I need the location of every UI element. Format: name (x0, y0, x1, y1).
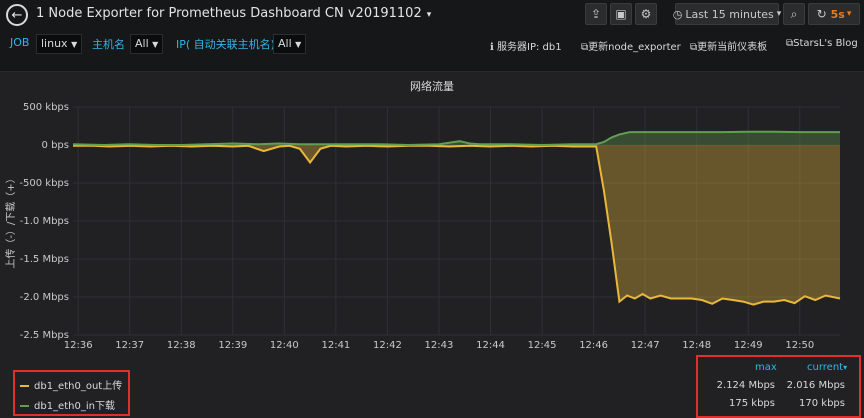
variables-bar: JOB linux ▼ 主机名 All ▼ IP( 自动关联主机名) All ▼… (0, 31, 864, 57)
variable-select-ip[interactable]: All ▼ (273, 34, 307, 54)
chevron-down-icon: ▾ (426, 10, 432, 20)
chevron-down-icon: ▼ (295, 40, 302, 49)
x-tick-label: 12:43 (425, 340, 454, 351)
variable-select-job[interactable]: linux ▼ (36, 34, 83, 54)
y-tick-label: 0 bps (42, 140, 69, 151)
link-update-exporter[interactable]: ⧉更新node_exporter (581, 38, 681, 53)
variable-value-hostname: All (135, 37, 149, 50)
server-ip-value: db1 (542, 42, 562, 53)
y-tick-label: -2.0 Mbps (20, 292, 69, 303)
refresh-interval: 5s (830, 7, 845, 21)
x-tick-label: 12:46 (579, 340, 608, 351)
settings-gear-icon[interactable]: ⚙ (635, 3, 657, 25)
x-tick-label: 12:48 (682, 340, 711, 351)
x-tick-label: 12:42 (373, 340, 402, 351)
refresh-icon: ↻ (816, 7, 827, 21)
network-traffic-panel: 网络流量 500 kbps 0 bps -500 kbps -1.0 Mbps -1.5… (0, 71, 864, 418)
link-blog[interactable]: ⧉StarsL's Blog (786, 38, 858, 49)
x-tick-label: 12:47 (631, 340, 660, 351)
share-icon[interactable]: ⇪ (585, 3, 607, 25)
variable-select-hostname[interactable]: All ▼ (130, 34, 164, 54)
x-tick-label: 12:49 (734, 340, 763, 351)
dashboard-title-dropdown[interactable]: 1 Node Exporter for Prometheus Dashboard… (36, 6, 431, 21)
y-tick-label: -500 kbps (19, 178, 69, 189)
x-tick-label: 12:37 (115, 340, 144, 351)
x-tick-label: 12:45 (528, 340, 557, 351)
dashboard-title: 1 Node Exporter for Prometheus Dashboard… (36, 6, 422, 21)
x-tick-label: 12:41 (321, 340, 350, 351)
server-ip-info: ℹ 服务器IP: db1 (490, 38, 562, 53)
x-tick-label: 12:44 (476, 340, 505, 351)
x-tick-label: 12:36 (64, 340, 93, 351)
save-icon[interactable]: ▣ (610, 3, 632, 25)
x-tick-label: 12:38 (167, 340, 196, 351)
chevron-down-icon: ▼ (152, 40, 159, 49)
x-tick-label: 12:39 (218, 340, 247, 351)
link-update-exporter-label: 更新node_exporter (588, 42, 681, 53)
link-update-dashboard[interactable]: ⧉更新当前仪表板 (690, 38, 767, 53)
variable-value-ip: All (278, 37, 292, 50)
link-update-dashboard-label: 更新当前仪表板 (697, 42, 768, 53)
variable-label-ip: IP( 自动关联主机名) (176, 38, 275, 51)
variable-label-job: JOB (10, 36, 30, 49)
zoom-out-icon[interactable]: ⌕ (783, 3, 805, 25)
x-tick-label: 12:40 (270, 340, 299, 351)
chevron-down-icon: ▼ (71, 40, 78, 49)
series-area-0 (73, 145, 840, 305)
top-navbar: ← 1 Node Exporter for Prometheus Dashboa… (0, 0, 864, 29)
refresh-picker[interactable]: ↻ 5s ▾ (808, 3, 860, 25)
info-icon: ℹ (490, 42, 494, 53)
variable-value-job: linux (41, 37, 68, 50)
y-tick-label: -2.5 Mbps (20, 330, 69, 341)
y-tick-label: -1.0 Mbps (20, 216, 69, 227)
time-range-picker[interactable]: ◷ Last 15 minutes ▾ (672, 3, 782, 25)
variable-label-hostname: 主机名 (92, 38, 125, 51)
back-arrow-icon[interactable]: ← (6, 4, 28, 26)
chevron-down-icon: ▾ (776, 9, 782, 19)
link-blog-label: StarsL's Blog (793, 38, 858, 49)
x-tick-label: 12:50 (785, 340, 814, 351)
clock-icon: ◷ (672, 7, 683, 21)
time-range-label: Last 15 minutes (685, 7, 774, 21)
y-tick-label: 500 kbps (23, 102, 69, 113)
server-ip-label: 服务器IP: (497, 42, 540, 53)
highlight-box-legend-values (696, 355, 861, 418)
series-area-1 (73, 131, 840, 145)
highlight-box-legend-names (13, 370, 130, 416)
y-tick-label: -1.5 Mbps (20, 254, 69, 265)
chevron-down-icon: ▾ (846, 9, 852, 19)
y-axis-label: 上传（-）/下载（+） (5, 173, 17, 268)
